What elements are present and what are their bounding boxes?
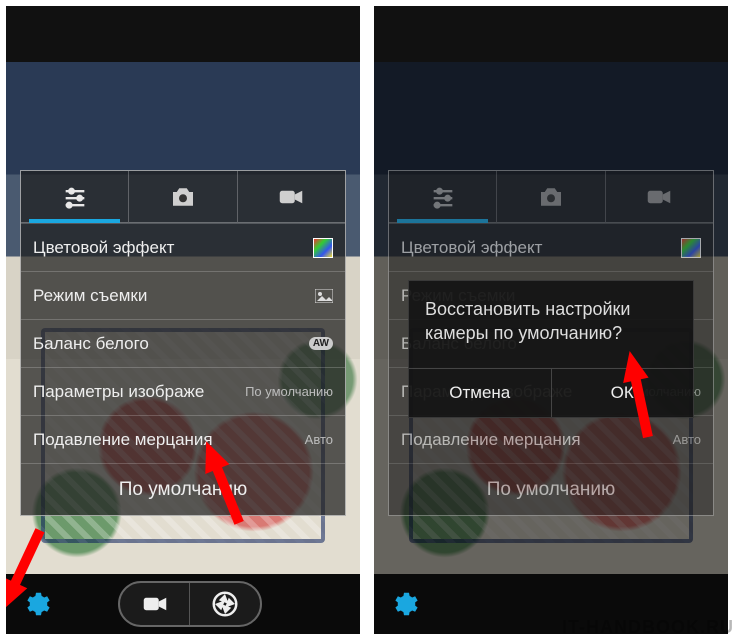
screenshot-right: Цветовой эффект Режим съемки Баланс бело…	[374, 6, 728, 634]
settings-tabs	[21, 171, 345, 223]
color-swatch-icon	[313, 238, 333, 258]
video-icon	[140, 589, 170, 619]
mode-video[interactable]	[120, 583, 190, 625]
aw-icon: AW	[309, 337, 333, 350]
row-flicker[interactable]: Подавление мерцания Авто	[21, 415, 345, 463]
footer-label: По умолчанию	[487, 479, 616, 501]
row-value: Авто	[305, 432, 333, 447]
row-label: Баланс белого	[33, 334, 149, 354]
row-label: Подавление мерцания	[401, 430, 581, 450]
tab-video[interactable]	[237, 171, 345, 223]
dialog-ok-button[interactable]: ОК	[551, 369, 694, 417]
dialog-message: Восстановить настройки камеры по умолчан…	[409, 281, 693, 368]
sliders-icon	[429, 183, 457, 211]
camera-icon	[168, 182, 198, 212]
tab-adjust	[389, 171, 496, 223]
camera-settings-panel: Цветовой эффект Режим съемки Баланс бело…	[20, 170, 346, 516]
video-icon	[276, 182, 306, 212]
tab-video	[605, 171, 713, 223]
camera-viewfinder: Цветовой эффект Режим съемки Баланс бело…	[374, 62, 728, 574]
row-color-effect[interactable]: Цветовой эффект	[21, 223, 345, 271]
settings-gear-button[interactable]	[382, 582, 426, 626]
watermark: IT-HANDBOOK.RU	[562, 617, 734, 638]
mode-shutter[interactable]	[190, 583, 260, 625]
screenshot-left: Цветовой эффект Режим съемки Баланс бело…	[6, 6, 360, 634]
row-white-balance[interactable]: Баланс белого AW	[21, 319, 345, 367]
shutter-icon	[210, 589, 240, 619]
row-value: По умолчанию	[245, 384, 333, 399]
tab-photo	[496, 171, 604, 223]
tab-photo[interactable]	[128, 171, 236, 223]
color-swatch-icon	[681, 238, 701, 258]
gear-icon	[21, 589, 51, 619]
settings-gear-button[interactable]	[14, 582, 58, 626]
row-image-params[interactable]: Параметры изображе По умолчанию	[21, 367, 345, 415]
video-icon	[644, 182, 674, 212]
restore-defaults-button[interactable]: По умолчанию	[21, 463, 345, 515]
tab-adjust[interactable]	[21, 171, 128, 223]
picture-icon	[315, 289, 333, 303]
dialog-cancel-button[interactable]: Отмена	[409, 369, 551, 417]
row-shoot-mode[interactable]: Режим съемки	[21, 271, 345, 319]
confirm-dialog: Восстановить настройки камеры по умолчан…	[408, 280, 694, 418]
status-bar	[6, 6, 360, 62]
status-bar	[374, 6, 728, 62]
row-label: Параметры изображе	[33, 382, 204, 402]
row-label: Режим съемки	[33, 286, 147, 306]
row-value: Авто	[673, 432, 701, 447]
camera-bottom-bar	[6, 574, 360, 634]
row-label: Цветовой эффект	[401, 238, 542, 258]
footer-label: По умолчанию	[119, 479, 248, 501]
camera-viewfinder: Цветовой эффект Режим съемки Баланс бело…	[6, 62, 360, 574]
button-label: ОК	[611, 383, 634, 402]
gear-icon	[389, 589, 419, 619]
row-label: Цветовой эффект	[33, 238, 174, 258]
camera-icon	[536, 182, 566, 212]
sliders-icon	[61, 183, 89, 211]
mode-switch[interactable]	[118, 581, 262, 627]
row-label: Подавление мерцания	[33, 430, 213, 450]
button-label: Отмена	[449, 383, 510, 402]
